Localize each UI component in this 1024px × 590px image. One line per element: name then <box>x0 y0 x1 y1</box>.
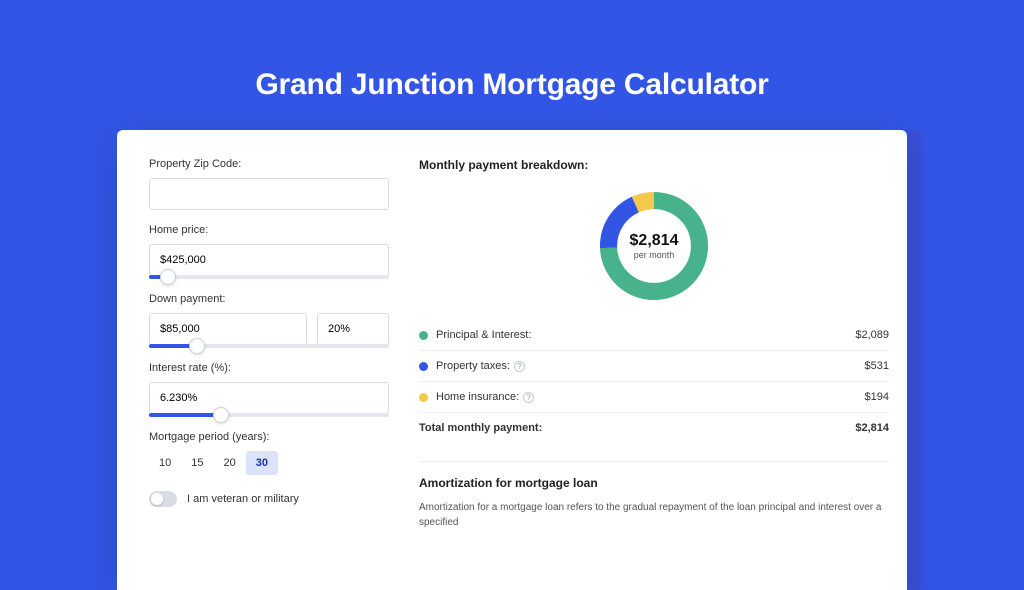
veteran-toggle[interactable] <box>149 491 177 507</box>
legend-label: Property taxes: <box>436 360 510 372</box>
slider-thumb[interactable] <box>189 338 205 354</box>
amortization-section: Amortization for mortgage loan Amortizat… <box>419 461 889 530</box>
donut-sub: per month <box>634 250 675 260</box>
period-option-15[interactable]: 15 <box>181 451 213 475</box>
down-payment-input[interactable] <box>149 313 307 345</box>
donut-center: $2,814 per month <box>594 186 714 306</box>
slider-thumb[interactable] <box>160 269 176 285</box>
veteran-label: I am veteran or military <box>187 493 299 505</box>
calculator-card: Property Zip Code: Home price: Down paym… <box>117 130 907 590</box>
period-option-10[interactable]: 10 <box>149 451 181 475</box>
zip-input[interactable] <box>149 178 389 210</box>
legend-dot-icon <box>419 362 428 371</box>
home-price-label: Home price: <box>149 224 389 236</box>
interest-input[interactable] <box>149 382 389 414</box>
field-down-payment: Down payment: <box>149 293 389 348</box>
breakdown-title: Monthly payment breakdown: <box>419 158 889 172</box>
info-icon[interactable]: ? <box>523 392 534 403</box>
slider-thumb[interactable] <box>213 407 229 423</box>
field-period: Mortgage period (years): 10152030 <box>149 431 389 475</box>
period-options: 10152030 <box>149 451 389 475</box>
legend-row: Property taxes:? $531 <box>419 351 889 382</box>
home-price-slider[interactable] <box>149 275 389 279</box>
page-title: Grand Junction Mortgage Calculator <box>0 0 1024 130</box>
legend-label: Home insurance: <box>436 391 519 403</box>
field-zip: Property Zip Code: <box>149 158 389 210</box>
amort-title: Amortization for mortgage loan <box>419 476 889 490</box>
zip-label: Property Zip Code: <box>149 158 389 170</box>
interest-label: Interest rate (%): <box>149 362 389 374</box>
down-payment-pct-input[interactable] <box>317 313 389 345</box>
legend-amount: $2,089 <box>788 320 889 351</box>
total-label: Total monthly payment: <box>419 413 788 444</box>
legend-dot-icon <box>419 393 428 402</box>
donut-chart-wrap: $2,814 per month <box>419 180 889 320</box>
legend-body: Principal & Interest:$2,089Property taxe… <box>419 320 889 443</box>
donut-chart: $2,814 per month <box>594 186 714 306</box>
interest-slider[interactable] <box>149 413 389 417</box>
amort-text: Amortization for a mortgage loan refers … <box>419 500 889 530</box>
legend-row: Principal & Interest: $2,089 <box>419 320 889 351</box>
field-home-price: Home price: <box>149 224 389 279</box>
info-icon[interactable]: ? <box>514 361 525 372</box>
field-interest: Interest rate (%): <box>149 362 389 417</box>
legend-dot-icon <box>419 331 428 340</box>
legend-amount: $194 <box>788 382 889 413</box>
period-label: Mortgage period (years): <box>149 431 389 443</box>
form-panel: Property Zip Code: Home price: Down paym… <box>149 158 389 530</box>
legend-label: Principal & Interest: <box>436 329 531 341</box>
legend-total-row: Total monthly payment:$2,814 <box>419 413 889 444</box>
donut-amount: $2,814 <box>630 232 679 250</box>
down-payment-slider[interactable] <box>149 344 389 348</box>
breakdown-panel: Monthly payment breakdown: $2,814 per mo… <box>419 158 889 530</box>
down-payment-label: Down payment: <box>149 293 389 305</box>
period-option-20[interactable]: 20 <box>214 451 246 475</box>
legend-table: Principal & Interest:$2,089Property taxe… <box>419 320 889 443</box>
slider-fill <box>149 413 221 417</box>
home-price-input[interactable] <box>149 244 389 276</box>
legend-amount: $531 <box>788 351 889 382</box>
period-option-30[interactable]: 30 <box>246 451 278 475</box>
legend-row: Home insurance:? $194 <box>419 382 889 413</box>
total-amount: $2,814 <box>788 413 889 444</box>
veteran-row: I am veteran or military <box>149 491 389 507</box>
